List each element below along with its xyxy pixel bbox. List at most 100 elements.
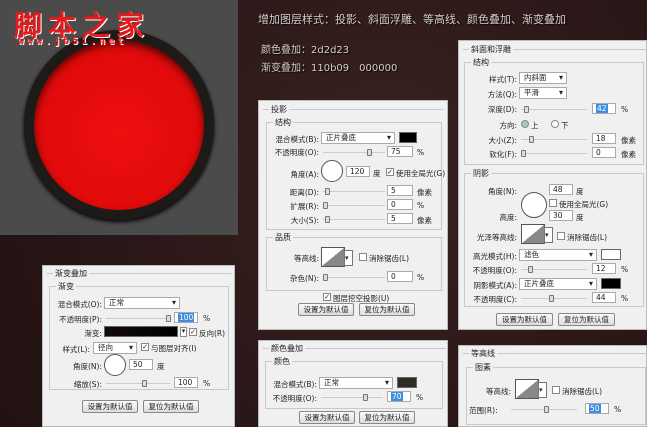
make-default-button[interactable]: 设置为默认值	[298, 303, 354, 316]
shadow-opacity-slider[interactable]	[521, 295, 587, 302]
technique-select[interactable]: 平滑	[519, 87, 567, 99]
size-slider[interactable]	[521, 136, 587, 143]
shadow-color-swatch[interactable]	[601, 278, 621, 289]
reverse-checkbox[interactable]: ✓	[189, 328, 197, 336]
blend-mode-select[interactable]: 正常	[319, 377, 393, 389]
angle-dial[interactable]	[521, 192, 547, 218]
anti-alias-label: 消除锯齿(L)	[567, 233, 608, 242]
distance-input[interactable]: 5	[387, 185, 413, 196]
opacity-value: 100	[178, 313, 195, 322]
opacity-slider[interactable]	[323, 149, 385, 156]
shadow-opacity-input[interactable]: 44	[592, 292, 616, 303]
highlight-color-swatch[interactable]	[601, 249, 621, 260]
opacity-input[interactable]: 75	[387, 146, 413, 157]
size-slider[interactable]	[323, 216, 385, 223]
unit: 像素	[417, 188, 432, 197]
make-default-button[interactable]: 设置为默认值	[496, 313, 553, 326]
reset-default-button[interactable]: 复位为默认值	[359, 303, 415, 316]
group-title: 颜色	[272, 356, 292, 367]
scale-input[interactable]: 100	[174, 377, 198, 388]
direction-up-radio[interactable]	[521, 120, 529, 128]
align-layer-checkbox[interactable]: ✓	[141, 343, 149, 351]
unit: %	[203, 379, 211, 388]
opacity-input[interactable]: 70	[387, 391, 411, 402]
highlight-opacity-slider[interactable]	[521, 266, 587, 273]
unit: %	[621, 105, 629, 114]
noise-slider[interactable]	[323, 274, 385, 281]
scale-slider[interactable]	[106, 380, 170, 387]
unit: %	[417, 273, 425, 282]
highlight-opacity-label: 不透明度(O):	[472, 266, 517, 275]
angle-dial[interactable]	[321, 160, 343, 182]
range-slider[interactable]	[511, 406, 577, 413]
opacity-slider[interactable]	[106, 315, 171, 322]
blend-label: 混合模式(B):	[275, 135, 319, 144]
opacity-slider[interactable]	[321, 394, 383, 401]
group-title: 阴影	[471, 168, 491, 179]
depth-slider[interactable]	[521, 106, 587, 113]
angle-input[interactable]: 48	[549, 184, 573, 195]
opacity-value: 70	[391, 392, 403, 401]
distance-slider[interactable]	[323, 188, 385, 195]
opacity-label: 不透明度(O):	[272, 394, 317, 403]
make-default-button[interactable]: 设置为默认值	[82, 400, 138, 413]
contour-picker[interactable]	[321, 247, 353, 267]
reset-default-button[interactable]: 复位为默认值	[359, 411, 415, 424]
gradient-picker[interactable]	[104, 326, 178, 337]
direction-down-radio[interactable]	[551, 120, 559, 128]
angle-dial[interactable]	[104, 354, 126, 376]
global-light-checkbox[interactable]	[549, 199, 557, 207]
noise-label: 杂色(N):	[290, 274, 319, 283]
altitude-input[interactable]: 30	[549, 210, 573, 221]
opacity-input[interactable]: 100	[174, 312, 198, 323]
size-input[interactable]: 18	[592, 133, 616, 144]
blend-mode-select[interactable]: 正常	[104, 297, 180, 309]
anti-alias-checkbox[interactable]	[552, 386, 560, 394]
spread-slider[interactable]	[323, 202, 385, 209]
opacity-label: 不透明度(P):	[59, 315, 102, 324]
range-input[interactable]: 50	[585, 403, 609, 414]
logo-url: www.jb51.net	[18, 36, 127, 47]
highlight-mode-select[interactable]: 滤色	[519, 249, 597, 261]
unit: 度	[576, 213, 584, 222]
soften-input[interactable]: 0	[592, 147, 616, 158]
global-light-checkbox[interactable]: ✓	[386, 168, 394, 176]
anti-alias-label: 消除锯齿(L)	[562, 387, 603, 396]
size-input[interactable]: 5	[387, 213, 413, 224]
anti-alias-label: 消除锯齿(L)	[369, 254, 410, 263]
color-overlay-panel: 颜色叠加 颜色 混合模式(B): 正常 不透明度(O): 70 % 设置为默认值…	[258, 340, 448, 427]
angle-label: 角度(A):	[290, 170, 319, 179]
noise-input[interactable]: 0	[387, 271, 413, 282]
unit: 像素	[621, 150, 636, 159]
highlight-opacity-input[interactable]: 12	[592, 263, 616, 274]
reset-default-button[interactable]: 复位为默认值	[558, 313, 615, 326]
blend-mode-select[interactable]: 正片叠底	[321, 132, 395, 144]
angle-input[interactable]: 120	[346, 166, 370, 177]
instruction-title: 增加图层样式：投影、斜面浮雕、等高线、颜色叠加、渐变叠加	[258, 13, 566, 26]
style-select[interactable]: 径向	[93, 342, 137, 354]
reset-default-button[interactable]: 复位为默认值	[143, 400, 199, 413]
blend-label: 混合模式(O):	[57, 300, 102, 309]
anti-alias-checkbox[interactable]	[359, 253, 367, 261]
gloss-contour-picker[interactable]	[521, 224, 553, 244]
shadow-color-swatch[interactable]	[399, 132, 417, 143]
gradient-label: 渐变:	[84, 329, 102, 338]
range-value: 50	[589, 404, 601, 413]
angle-input[interactable]: 50	[129, 359, 153, 370]
overlay-color-swatch[interactable]	[397, 377, 417, 388]
gradient-dropdown-arrow[interactable]: ▾	[180, 327, 187, 337]
size-label: 大小(Z):	[488, 136, 517, 145]
anti-alias-checkbox[interactable]	[557, 232, 565, 240]
altitude-label: 高度:	[499, 213, 517, 222]
soften-slider[interactable]	[521, 150, 587, 157]
spread-input[interactable]: 0	[387, 199, 413, 210]
depth-input[interactable]: 42	[592, 103, 616, 114]
style-select[interactable]: 内斜面	[519, 72, 567, 84]
style-label: 样式(T):	[489, 75, 517, 84]
unit: %	[416, 393, 424, 402]
shadow-mode-select[interactable]: 正片叠底	[519, 278, 597, 290]
contour-picker[interactable]	[515, 379, 547, 399]
knockout-checkbox[interactable]: ✓	[323, 293, 331, 301]
make-default-button[interactable]: 设置为默认值	[299, 411, 355, 424]
shadow-opacity-label: 不透明度(C):	[473, 295, 517, 304]
